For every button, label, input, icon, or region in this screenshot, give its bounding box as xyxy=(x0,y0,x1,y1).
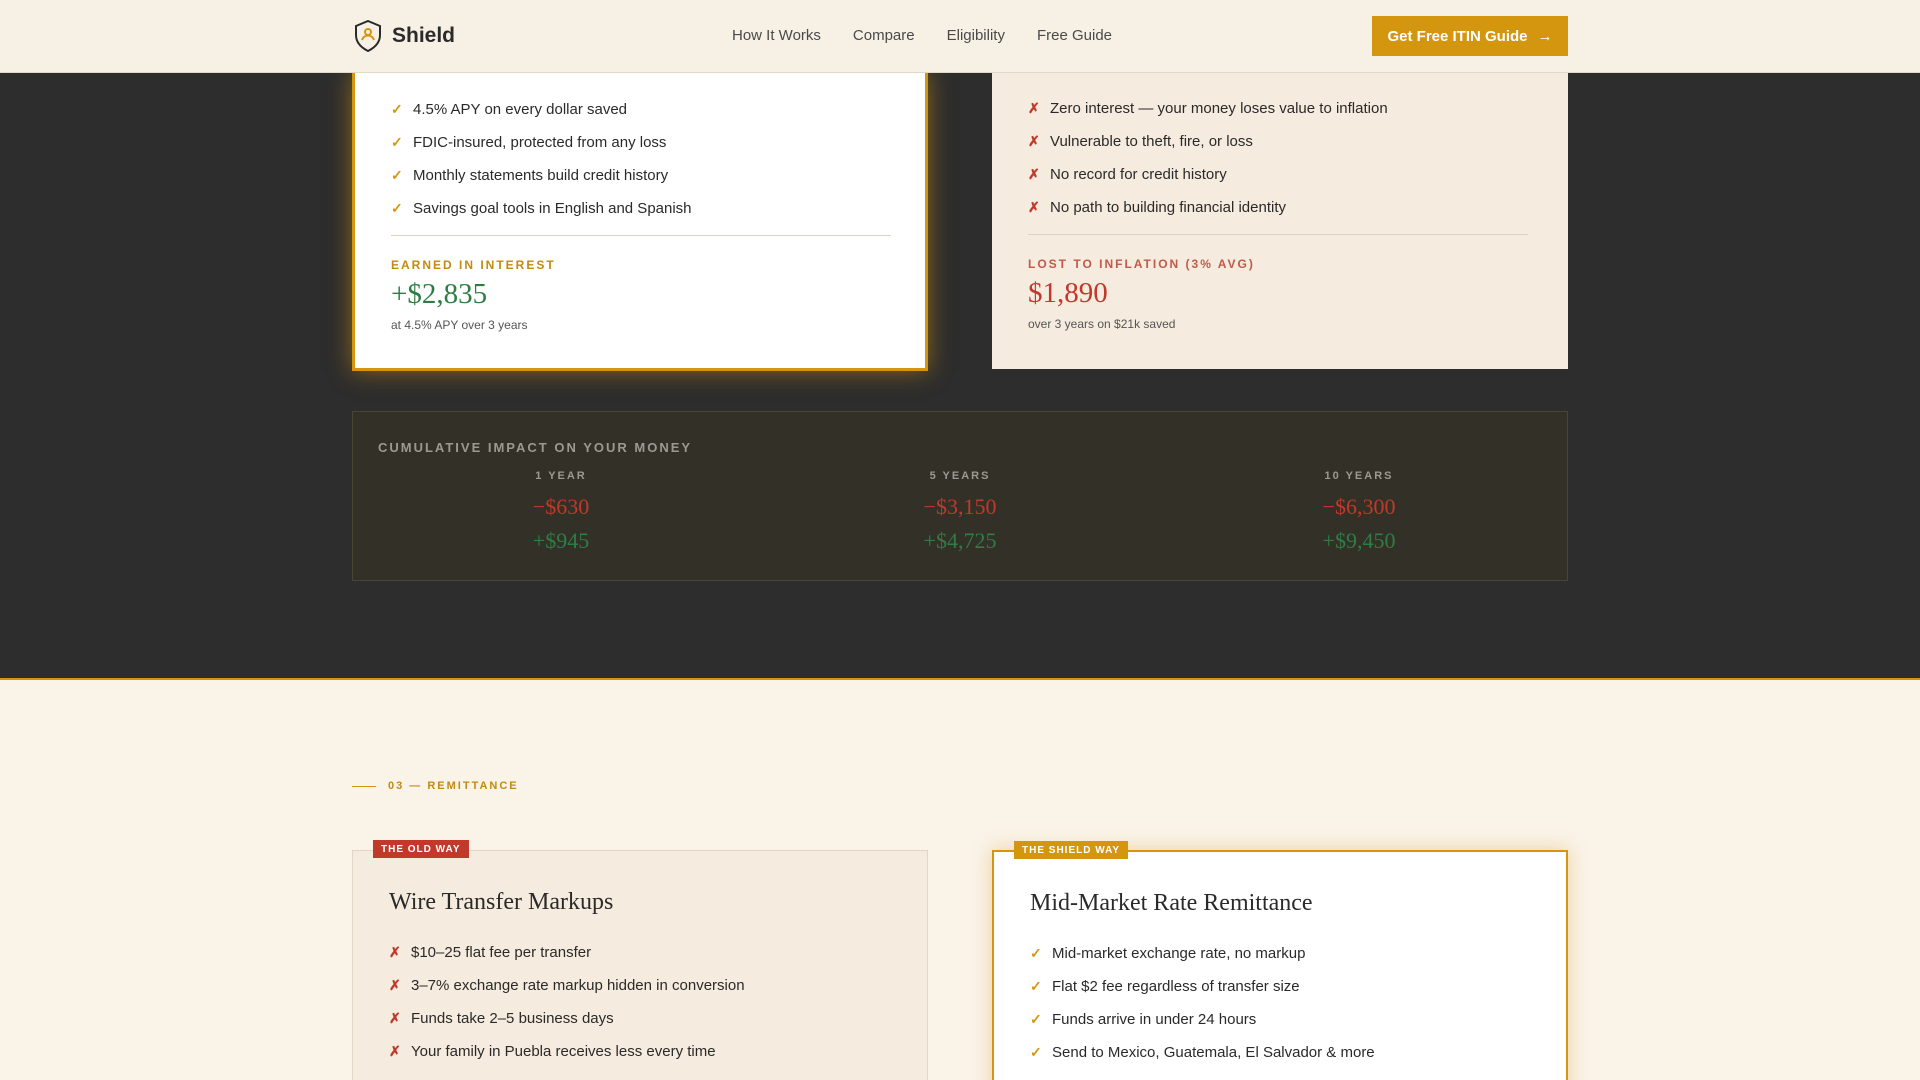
cross-icon: ✗ xyxy=(389,977,401,993)
check-icon: ✓ xyxy=(1030,978,1042,994)
feature-text: 3–7% exchange rate markup hidden in conv… xyxy=(411,977,745,994)
feature-text: Your family in Puebla receives less ever… xyxy=(411,1043,716,1060)
cash-savings-card: ✗ Zero interest — your money loses value … xyxy=(992,73,1568,369)
feature-text: $10–25 flat fee per transfer xyxy=(411,944,592,961)
list-item: ✗ Your family in Puebla receives less eve… xyxy=(389,1035,745,1068)
cumulative-impact-panel: CUMULATIVE IMPACT ON YOUR MONEY 1 YEAR −… xyxy=(352,411,1568,581)
list-item: ✗ No record for credit history xyxy=(1028,158,1388,191)
earned-interest-label: EARNED IN INTEREST xyxy=(391,258,556,272)
check-icon: ✓ xyxy=(1030,1011,1042,1027)
section-tag: 03 — REMITTANCE xyxy=(352,780,519,792)
shield-way-badge: THE SHIELD WAY xyxy=(1014,841,1129,859)
list-item: ✓ FDIC-insured, protected from any loss xyxy=(391,126,692,159)
impact-gain-value: +$4,725 xyxy=(923,528,997,553)
shield-way-title: Mid-Market Rate Remittance xyxy=(1030,890,1313,916)
impact-period-label: 1 YEAR xyxy=(535,470,587,482)
lost-inflation-label: LOST TO INFLATION (3% AVG) xyxy=(1028,257,1255,271)
section-tag-label: 03 — REMITTANCE xyxy=(388,780,519,792)
impact-period-label: 10 YEARS xyxy=(1324,470,1394,482)
list-item: ✗ $10–25 flat fee per transfer xyxy=(389,936,745,969)
list-item: ✓ 4.5% APY on every dollar saved xyxy=(391,93,692,126)
feature-text: No record for credit history xyxy=(1050,166,1227,183)
old-feature-list: ✗ Zero interest — your money loses value … xyxy=(1028,92,1388,224)
cta-label: Get Free ITIN Guide xyxy=(1387,27,1528,45)
list-item: ✓ Flat $2 fee regardless of transfer size xyxy=(1030,970,1375,1003)
check-icon: ✓ xyxy=(391,101,403,117)
nav-link-free-guide[interactable]: Free Guide xyxy=(1037,27,1112,44)
feature-text: Funds arrive in under 24 hours xyxy=(1052,1011,1257,1028)
list-item: ✓ Funds arrive in under 24 hours xyxy=(1030,1003,1375,1036)
old-way-title: Wire Transfer Markups xyxy=(389,889,614,915)
feature-text: Mid-market exchange rate, no markup xyxy=(1052,945,1306,962)
impact-column-5-years: 5 YEARS −$3,150 +$4,725 xyxy=(860,470,1060,554)
feature-text: No path to building financial identity xyxy=(1050,199,1286,216)
list-item: ✗ 3–7% exchange rate markup hidden in con… xyxy=(389,969,745,1002)
feature-text: 4.5% APY on every dollar saved xyxy=(413,101,628,118)
impact-column-10-years: 10 YEARS −$6,300 +$9,450 xyxy=(1259,470,1459,554)
cross-icon: ✗ xyxy=(1028,199,1040,215)
cross-icon: ✗ xyxy=(1028,100,1040,116)
impact-column-1-year: 1 YEAR −$630 +$945 xyxy=(461,470,661,554)
cross-icon: ✗ xyxy=(389,944,401,960)
cross-icon: ✗ xyxy=(389,1043,401,1059)
cross-icon: ✗ xyxy=(1028,166,1040,182)
earned-interest-value: +$2,835 xyxy=(391,278,488,310)
feature-text: FDIC-insured, protected from any loss xyxy=(413,134,667,151)
lost-inflation-value: $1,890 xyxy=(1028,277,1108,309)
feature-text: Savings goal tools in English and Spanis… xyxy=(413,200,692,217)
impact-title: CUMULATIVE IMPACT ON YOUR MONEY xyxy=(378,440,693,455)
list-item: ✓ Send to Mexico, Guatemala, El Salvador … xyxy=(1030,1036,1375,1069)
savings-compare-section: ✓ 4.5% APY on every dollar saved ✓ FDIC-in… xyxy=(0,73,1920,680)
impact-period-label: 5 YEARS xyxy=(929,470,991,482)
feature-text: Send to Mexico, Guatemala, El Salvador &… xyxy=(1052,1044,1375,1061)
arrow-right-icon: → xyxy=(1537,27,1553,45)
list-item: ✗ Funds take 2–5 business days xyxy=(389,1002,745,1035)
impact-gain-value: +$9,450 xyxy=(1322,528,1396,553)
divider xyxy=(1028,234,1528,235)
check-icon: ✓ xyxy=(391,167,403,183)
get-free-itin-guide-button[interactable]: Get Free ITIN Guide → xyxy=(1372,16,1568,56)
check-icon: ✓ xyxy=(1030,945,1042,961)
nav-link-eligibility[interactable]: Eligibility xyxy=(947,27,1005,44)
lost-inflation-note: over 3 years on $21k saved xyxy=(1028,317,1176,331)
check-icon: ✓ xyxy=(391,134,403,150)
check-icon: ✓ xyxy=(1030,1044,1042,1060)
impact-loss-value: −$3,150 xyxy=(923,494,997,519)
cross-icon: ✗ xyxy=(389,1010,401,1026)
old-way-feature-list: ✗ $10–25 flat fee per transfer ✗ 3–7% exch… xyxy=(389,936,745,1068)
top-nav: Shield How It Works Compare Eligibility … xyxy=(0,0,1920,73)
remittance-section: 03 — REMITTANCE THE OLD WAY Wire Transfe… xyxy=(0,680,1920,1080)
old-way-card: THE OLD WAY Wire Transfer Markups ✗ $10–2… xyxy=(352,840,928,1080)
earned-interest-note: at 4.5% APY over 3 years xyxy=(391,318,528,332)
feature-text: Zero interest — your money loses value t… xyxy=(1050,100,1388,117)
shield-logo-icon xyxy=(355,20,381,52)
feature-text: Flat $2 fee regardless of transfer size xyxy=(1052,978,1300,995)
divider xyxy=(391,235,891,236)
old-way-badge: THE OLD WAY xyxy=(373,840,469,858)
list-item: ✗ Zero interest — your money loses value … xyxy=(1028,92,1388,125)
feature-text: Vulnerable to theft, fire, or loss xyxy=(1050,133,1253,150)
shield-way-feature-list: ✓ Mid-market exchange rate, no markup ✓ Fl… xyxy=(1030,937,1375,1069)
feature-text: Funds take 2–5 business days xyxy=(411,1010,614,1027)
list-item: ✗ Vulnerable to theft, fire, or loss xyxy=(1028,125,1388,158)
shield-savings-card: ✓ 4.5% APY on every dollar saved ✓ FDIC-in… xyxy=(352,73,928,371)
nav-link-how-it-works[interactable]: How It Works xyxy=(732,27,821,44)
feature-text: Monthly statements build credit history xyxy=(413,167,669,184)
tag-line xyxy=(352,785,376,787)
impact-loss-value: −$6,300 xyxy=(1322,494,1396,519)
shield-feature-list: ✓ 4.5% APY on every dollar saved ✓ FDIC-in… xyxy=(391,93,692,225)
cross-icon: ✗ xyxy=(1028,133,1040,149)
brand-logo-link[interactable]: Shield xyxy=(354,20,455,52)
list-item: ✓ Monthly statements build credit history xyxy=(391,159,692,192)
list-item: ✗ No path to building financial identity xyxy=(1028,191,1388,224)
list-item: ✓ Savings goal tools in English and Spani… xyxy=(391,192,692,225)
nav-link-compare[interactable]: Compare xyxy=(853,27,915,44)
nav-links: How It Works Compare Eligibility Free Gu… xyxy=(732,27,1112,44)
impact-loss-value: −$630 xyxy=(532,494,590,519)
shield-way-card: THE SHIELD WAY Mid-Market Rate Remittanc… xyxy=(992,841,1568,1080)
check-icon: ✓ xyxy=(391,200,403,216)
brand-name: Shield xyxy=(392,24,456,47)
list-item: ✓ Mid-market exchange rate, no markup xyxy=(1030,937,1375,970)
impact-gain-value: +$945 xyxy=(532,528,590,553)
